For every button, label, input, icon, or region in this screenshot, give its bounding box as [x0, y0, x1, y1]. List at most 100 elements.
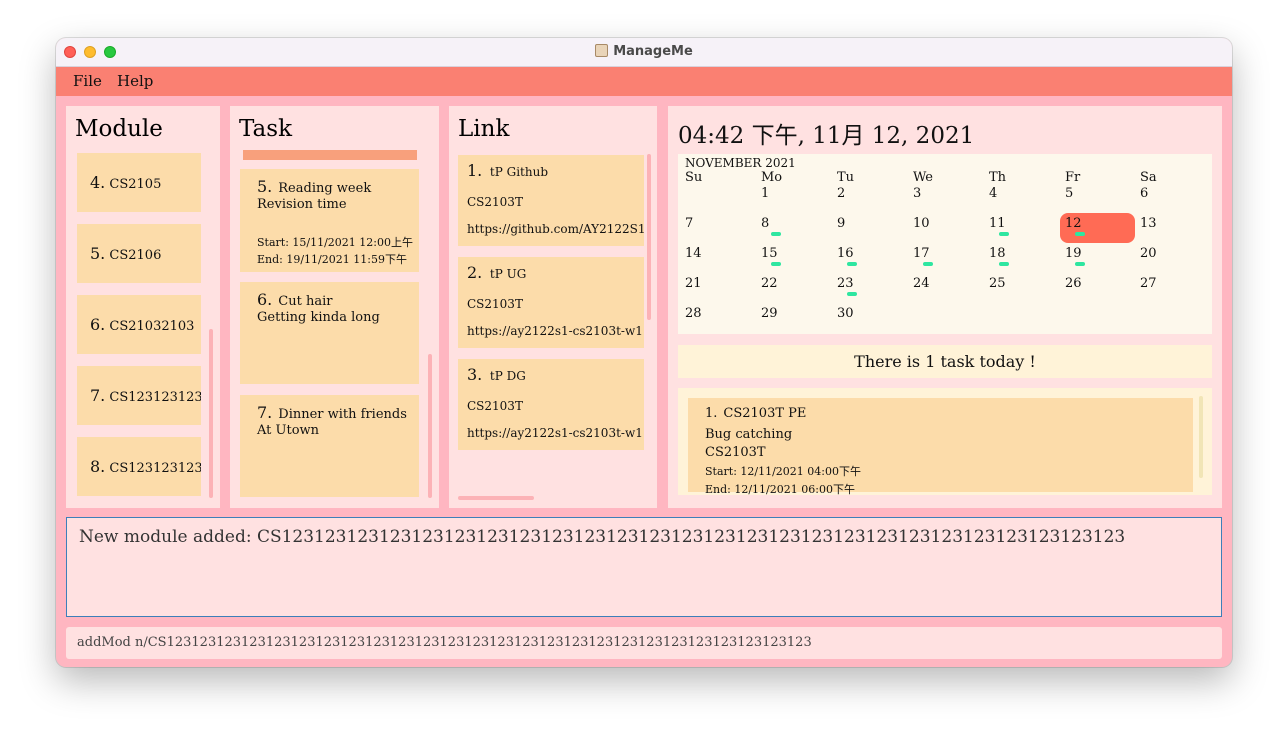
- module-card[interactable]: 8. CS123123123...: [77, 437, 201, 496]
- calendar-weekday-header: Tu: [837, 170, 855, 185]
- link-panel-title: Link: [458, 116, 510, 142]
- link-url[interactable]: https://ay2122s1-cs2103t-w11-3.g: [467, 324, 644, 338]
- module-index: 7.: [90, 386, 106, 405]
- task-start: Start: 15/11/2021 12:00上午: [257, 236, 413, 249]
- menu-bar: File Help: [56, 67, 1232, 96]
- module-scrollbar[interactable]: [209, 329, 213, 498]
- link-index: 1.: [467, 161, 483, 180]
- calendar-day[interactable]: 25: [989, 276, 1006, 291]
- calendar-day[interactable]: 3: [913, 186, 921, 201]
- module-card[interactable]: 7. CS123123123...: [77, 366, 201, 425]
- app-window: ManageMe File Help Module 4. CS2105 5. C…: [56, 38, 1232, 667]
- link-name: tP DG: [489, 369, 526, 383]
- link-card[interactable]: 1. tP Github CS2103T https://github.com/…: [458, 155, 644, 246]
- calendar-day[interactable]: 4: [989, 186, 997, 201]
- calendar-day[interactable]: 22: [761, 276, 778, 291]
- task-name: Dinner with friends: [278, 407, 407, 422]
- calendar-weekday-header: Th: [989, 170, 1007, 185]
- calendar-day[interactable]: 13: [1140, 216, 1157, 231]
- calendar-day[interactable]: 19: [1065, 246, 1082, 261]
- task-marker: [847, 262, 857, 266]
- calendar-day[interactable]: 29: [761, 306, 778, 321]
- calendar-day[interactable]: 7: [685, 216, 693, 231]
- calendar-day[interactable]: 16: [837, 246, 854, 261]
- module-code: CS123123123...: [109, 390, 201, 405]
- task-scrollbar[interactable]: [428, 354, 432, 498]
- task-card[interactable]: 5. Reading week Revision time Start: 15/1…: [240, 169, 419, 272]
- link-vertical-scrollbar[interactable]: [647, 154, 651, 320]
- current-datetime: 04:42 下午, 11月 12, 2021: [678, 123, 975, 149]
- calendar-day[interactable]: 30: [837, 306, 854, 321]
- calendar-day[interactable]: 17: [913, 246, 930, 261]
- calendar-weekday-header: We: [913, 170, 933, 185]
- calendar-day[interactable]: 12: [1065, 216, 1082, 231]
- menu-help[interactable]: Help: [117, 72, 153, 90]
- task-description: Getting kinda long: [257, 310, 380, 325]
- calendar-day[interactable]: 1: [761, 186, 769, 201]
- calendar-day[interactable]: 14: [685, 246, 702, 261]
- task-marker: [999, 232, 1009, 236]
- task-card[interactable]: 7. Dinner with friends At Utown: [240, 395, 419, 497]
- task-marker: [999, 262, 1009, 266]
- calendar-day[interactable]: 2: [837, 186, 845, 201]
- calendar-day[interactable]: 15: [761, 246, 778, 261]
- calendar-day[interactable]: 10: [913, 216, 930, 231]
- module-card[interactable]: 5. CS2106: [77, 224, 201, 283]
- link-module: CS2103T: [467, 399, 523, 413]
- calendar-day[interactable]: 9: [837, 216, 845, 231]
- task-card-partial[interactable]: [243, 150, 417, 160]
- task-card[interactable]: 6. Cut hair Getting kinda long: [240, 282, 419, 384]
- result-message: New module added: CS12312312312312312312…: [79, 527, 1126, 547]
- calendar-day[interactable]: 23: [837, 276, 854, 291]
- today-task-list: 1. CS2103T PE Bug catching CS2103T Start:…: [678, 388, 1212, 495]
- app-icon: [595, 44, 609, 57]
- calendar-day[interactable]: 21: [685, 276, 702, 291]
- module-index: 6.: [90, 315, 106, 334]
- link-url[interactable]: https://ay2122s1-cs2103t-w11-3.g: [467, 426, 644, 440]
- link-url[interactable]: https://github.com/AY2122S1-C: [467, 222, 644, 236]
- calendar-day[interactable]: 20: [1140, 246, 1157, 261]
- module-code: CS2105: [109, 177, 162, 192]
- module-code: CS21032103: [109, 319, 195, 334]
- task-index: 7.: [257, 403, 273, 422]
- link-horizontal-scrollbar[interactable]: [458, 496, 534, 500]
- task-end: End: 19/11/2021 11:59下午: [257, 253, 407, 266]
- link-card[interactable]: 2. tP UG CS2103T https://ay2122s1-cs2103…: [458, 257, 644, 348]
- calendar-day[interactable]: 26: [1065, 276, 1082, 291]
- module-panel: Module 4. CS2105 5. CS2106 6. CS21032103…: [66, 106, 220, 508]
- menu-file[interactable]: File: [73, 72, 102, 90]
- today-task-banner: There is 1 task today !: [678, 345, 1212, 378]
- calendar-panel: 04:42 下午, 11月 12, 2021 NOVEMBER 2021 Su M…: [668, 106, 1222, 508]
- calendar-day[interactable]: 5: [1065, 186, 1073, 201]
- title-bar: ManageMe: [56, 38, 1232, 67]
- window-title: ManageMe: [613, 44, 693, 59]
- today-task-scrollbar[interactable]: [1199, 396, 1203, 478]
- task-description: At Utown: [257, 423, 320, 438]
- calendar-day[interactable]: 6: [1140, 186, 1148, 201]
- today-task-module: CS2103T: [705, 445, 766, 460]
- link-card[interactable]: 3. tP DG CS2103T https://ay2122s1-cs2103…: [458, 359, 644, 450]
- task-index: 6.: [257, 290, 273, 309]
- module-panel-title: Module: [75, 116, 163, 142]
- calendar-day[interactable]: 28: [685, 306, 702, 321]
- command-input[interactable]: addMod n/CS12312312312312312312312312312…: [77, 635, 812, 650]
- link-name: tP UG: [489, 267, 527, 281]
- link-index: 3.: [467, 365, 483, 384]
- today-task-index: 1.: [705, 406, 718, 421]
- calendar-day[interactable]: 24: [913, 276, 930, 291]
- today-task-end: End: 12/11/2021 06:00下午: [705, 483, 855, 495]
- module-card[interactable]: 4. CS2105: [77, 153, 201, 212]
- today-task-card[interactable]: 1. CS2103T PE Bug catching CS2103T Start:…: [688, 398, 1193, 495]
- task-index: 5.: [257, 177, 273, 196]
- module-index: 8.: [90, 457, 106, 476]
- task-marker: [771, 262, 781, 266]
- calendar-day[interactable]: 27: [1140, 276, 1157, 291]
- calendar-day[interactable]: 18: [989, 246, 1006, 261]
- task-marker: [771, 232, 781, 236]
- result-display[interactable]: New module added: CS12312312312312312312…: [66, 517, 1222, 617]
- module-card[interactable]: 6. CS21032103: [77, 295, 201, 354]
- calendar-day[interactable]: 8: [761, 216, 769, 231]
- module-index: 5.: [90, 244, 106, 263]
- command-box[interactable]: addMod n/CS12312312312312312312312312312…: [66, 627, 1222, 659]
- calendar-day[interactable]: 11: [989, 216, 1006, 231]
